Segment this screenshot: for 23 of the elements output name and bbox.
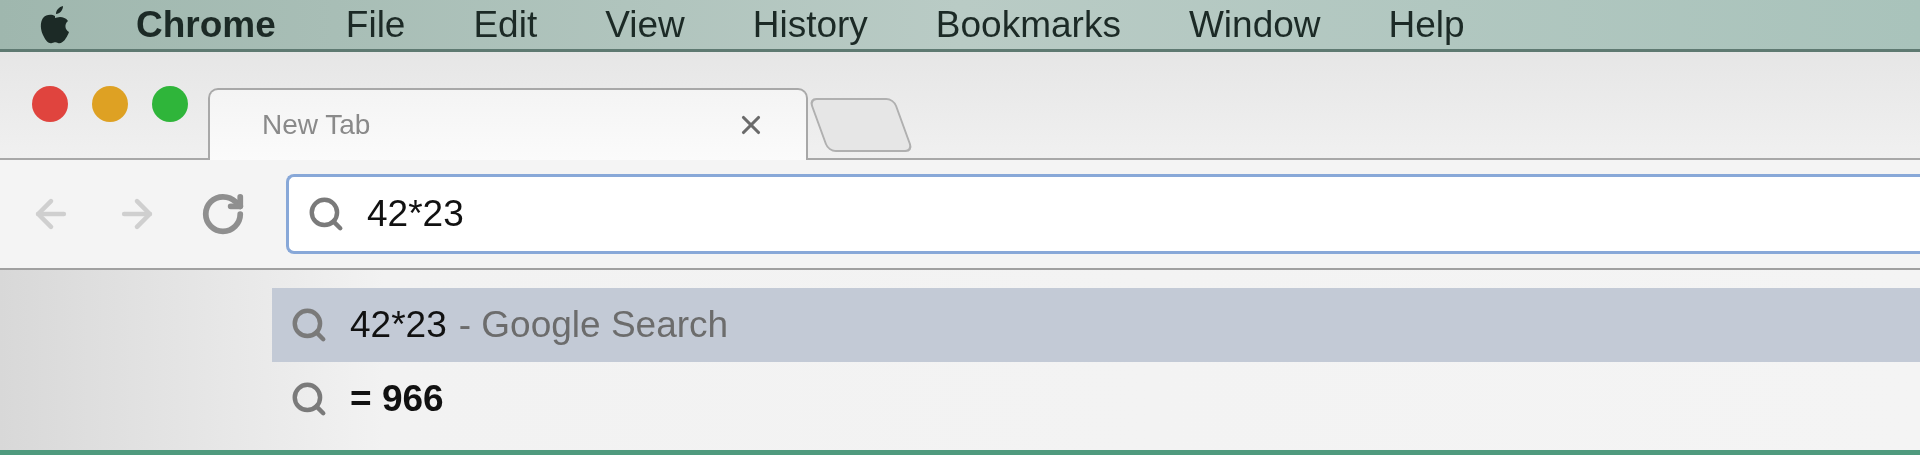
new-tab-button[interactable] bbox=[808, 98, 914, 152]
answer-text: = 966 bbox=[350, 378, 444, 420]
minimize-window-button[interactable] bbox=[92, 86, 128, 122]
reload-icon bbox=[200, 191, 246, 237]
menu-item[interactable]: Help bbox=[1388, 3, 1465, 46]
suggestion-row[interactable]: = 966 bbox=[272, 370, 1920, 428]
search-icon bbox=[290, 380, 328, 418]
query-text: 42*23 bbox=[350, 304, 447, 346]
close-window-button[interactable] bbox=[32, 86, 68, 122]
menu-item[interactable]: Edit bbox=[473, 3, 538, 46]
apple-logo-icon[interactable] bbox=[38, 4, 72, 45]
search-icon bbox=[307, 195, 345, 233]
menu-item[interactable]: View bbox=[605, 3, 685, 46]
menu-item[interactable]: History bbox=[752, 3, 868, 46]
zoom-window-button[interactable] bbox=[152, 86, 188, 122]
menu-item[interactable]: Window bbox=[1188, 3, 1321, 46]
address-bar[interactable]: 42*23 bbox=[286, 174, 1920, 254]
search-icon bbox=[290, 306, 328, 344]
menu-item[interactable]: File bbox=[345, 3, 406, 46]
menu-item[interactable]: Bookmarks bbox=[935, 3, 1121, 46]
app-menu[interactable]: Chrome bbox=[136, 3, 276, 46]
description-text: - Google Search bbox=[458, 304, 729, 346]
suggestion-row[interactable]: 42*23 - Google Search bbox=[272, 288, 1920, 362]
